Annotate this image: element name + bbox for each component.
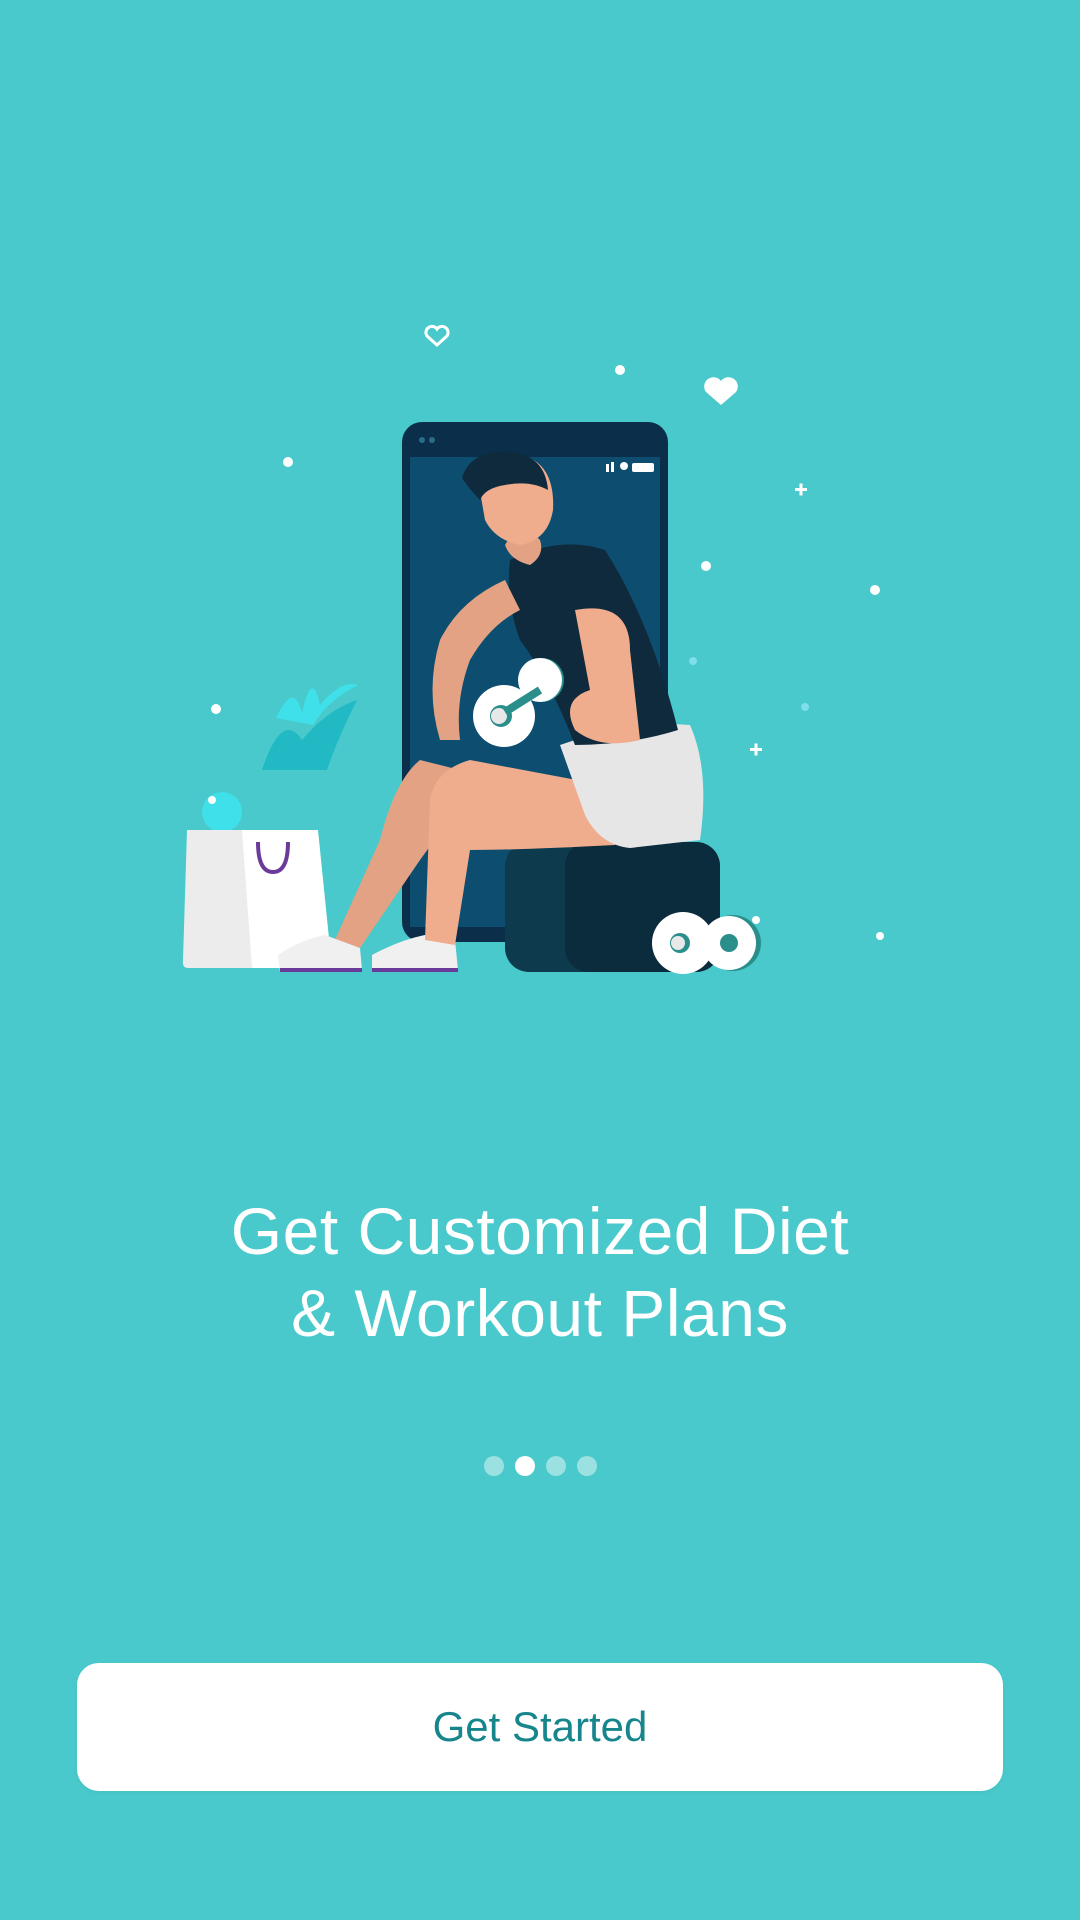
headline-line-1: Get Customized Diet	[230, 1194, 850, 1268]
onboarding-screen: Get Customized Diet & Workout Plans Get …	[0, 0, 1080, 1920]
onboarding-headline: Get Customized Diet & Workout Plans	[0, 1190, 1080, 1354]
heart-icon	[704, 377, 738, 405]
shopping-bag-icon	[182, 683, 358, 968]
page-dot-4[interactable]	[576, 1456, 597, 1476]
page-dot-2-active[interactable]	[514, 1456, 535, 1476]
page-dot-3[interactable]	[545, 1456, 566, 1476]
page-dot-1[interactable]	[483, 1456, 504, 1476]
headline-line-2: & Workout Plans	[291, 1276, 789, 1350]
page-indicator	[0, 1456, 1080, 1476]
get-started-button[interactable]: Get Started	[77, 1663, 1003, 1791]
fitness-illustration	[182, 324, 884, 974]
heart-outline-icon	[424, 324, 450, 348]
